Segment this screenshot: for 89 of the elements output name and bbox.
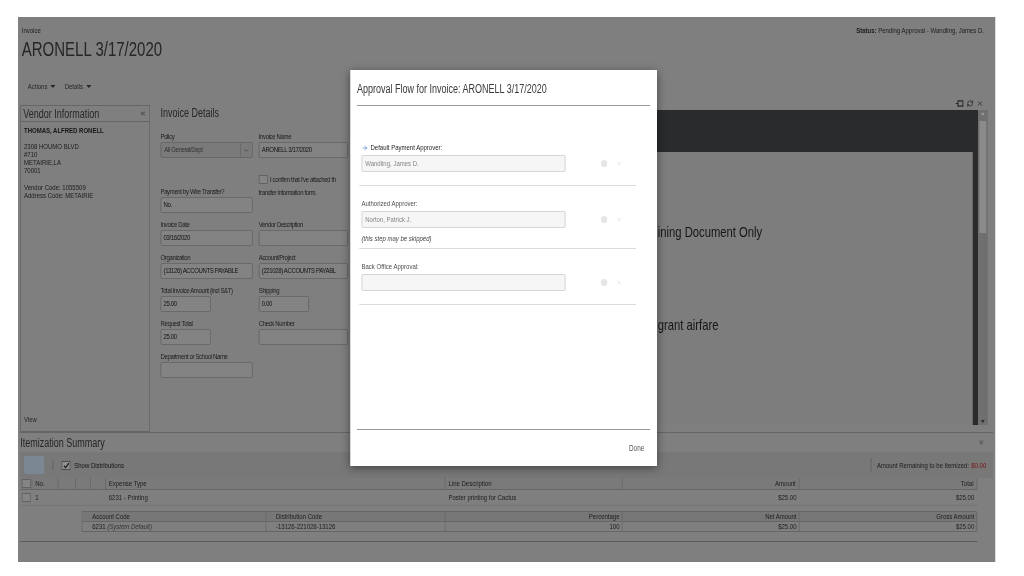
column-header: No.: [35, 479, 45, 488]
text-field[interactable]: ARONELL 3/17/2020: [258, 142, 348, 158]
field-label: Invoice Date: [160, 220, 191, 229]
column-header[interactable]: Amount: [775, 479, 796, 488]
column-header: Gross Amount: [936, 512, 975, 521]
table-cell: 6231 - Printing: [108, 493, 148, 502]
caret-icon: [50, 84, 56, 88]
field-label: Policy: [160, 132, 176, 141]
text-field[interactable]: (13126) ACCOUNTS PAYABLE: [160, 263, 253, 279]
remaining-label: Amount Remaining to be Itemized:: [876, 460, 969, 470]
table-cell: $25.00: [955, 522, 975, 531]
remaining-amount: $0.00: [971, 460, 987, 470]
page-title: ARONELL 3/17/2020: [21, 37, 163, 61]
text-field[interactable]: 03/16/2020: [160, 230, 253, 246]
checkbox[interactable]: [258, 175, 268, 184]
panel-title: Vendor Information: [23, 106, 100, 121]
scroll-down-icon[interactable]: [981, 420, 985, 423]
vendor-name: THOMAS, ALFRED RONELL: [24, 126, 104, 135]
checkbox[interactable]: [21, 479, 31, 488]
scroll-up-icon[interactable]: [981, 112, 985, 115]
step-label: Default Payment Approver:: [370, 143, 443, 152]
step-label: Back Office Approval:: [361, 262, 419, 271]
field-label: Invoice Name: [258, 132, 293, 141]
text-field[interactable]: 25.00: [160, 329, 211, 345]
table-cell: $25.00: [778, 522, 797, 531]
column-header: Percentage: [588, 512, 620, 521]
panel-title: Invoice Details: [160, 105, 220, 120]
step-label: Authorized Approver:: [361, 199, 418, 208]
field-label: Shipping: [258, 286, 281, 295]
column-header[interactable]: Expense Type: [108, 479, 147, 488]
step-note: (this step may be skipped): [361, 234, 433, 243]
approver-field[interactable]: Norton, Patrick J.: [361, 211, 566, 228]
approver-field[interactable]: Wandling, James D.: [361, 155, 566, 172]
text-field[interactable]: [258, 230, 348, 246]
menu-button[interactable]: Actions: [27, 81, 56, 91]
document-text: grant airfare: [657, 316, 719, 334]
document-text: ining Document Only: [657, 223, 763, 241]
column-header: Account Code: [92, 512, 130, 521]
column-header[interactable]: Total: [960, 479, 974, 488]
table-cell: -13126-221028-13126: [276, 522, 336, 531]
text-field[interactable]: [258, 329, 348, 345]
field-label: Check Number: [258, 319, 296, 328]
status-text: Status: Pending Approval - Wandling, James D.: [856, 26, 984, 35]
scrollbar[interactable]: [978, 110, 988, 425]
breadcrumb[interactable]: Invoice: [21, 26, 41, 35]
checkbox[interactable]: [21, 493, 31, 502]
text-field[interactable]: 25.00: [160, 296, 211, 312]
table-cell: $25.00: [778, 493, 797, 502]
vendor-code-text: Vendor Code: 1055509: [24, 184, 86, 192]
text-field[interactable]: (221028) ACCOUNTS PAYABL: [258, 263, 348, 279]
done-button[interactable]: Done: [629, 444, 645, 453]
menu-button[interactable]: Details: [64, 81, 92, 91]
text-field[interactable]: [160, 362, 253, 378]
address-line: #710: [24, 151, 38, 159]
address-line: METAIRIE,LA: [24, 159, 61, 167]
checkbox[interactable]: [61, 460, 71, 470]
field-label: Department or School Name: [160, 352, 229, 361]
approver-field[interactable]: [361, 274, 566, 291]
circle-icon[interactable]: [600, 216, 608, 223]
text-field[interactable]: 0.00: [258, 296, 309, 312]
caret-icon: [86, 84, 92, 88]
dialog-title: Approval Flow for Invoice: ARONELL 3/17/2020: [357, 82, 548, 96]
checkbox-label: Show Distributions: [74, 460, 124, 470]
scrollbar-thumb[interactable]: [979, 121, 987, 233]
checkbox-label: transfer information form.: [258, 188, 318, 197]
column-header: Net Amount: [765, 512, 797, 521]
circle-icon[interactable]: [600, 279, 608, 286]
field-label: Payment by Wire Transfer?: [160, 187, 226, 196]
table-cell: 100: [609, 522, 620, 531]
field-label: Account/Project: [258, 253, 297, 262]
column-header[interactable]: Line Description: [448, 479, 492, 488]
toolbar-button[interactable]: [24, 456, 45, 474]
field-label: Organization: [160, 253, 192, 262]
circle-icon[interactable]: [600, 160, 608, 167]
field-label: Vendor Description: [258, 220, 304, 229]
table-cell: 1: [35, 493, 39, 502]
section-title: Itemization Summary: [20, 435, 105, 450]
text-field[interactable]: No.: [160, 197, 253, 213]
table-cell: $25.00: [955, 493, 975, 502]
refresh-icon[interactable]: [966, 100, 974, 107]
address-line: 70001: [24, 167, 41, 175]
column-header: Distribution Code: [276, 512, 323, 521]
table-cell: 6231 (System Default): [92, 522, 152, 531]
address-line: 2308 HOUMO BLVD: [24, 143, 79, 151]
field-label: Total Invoice Amount (incl S&T): [160, 286, 234, 295]
view-link[interactable]: View: [24, 415, 37, 424]
field-label: Request Total: [160, 319, 194, 328]
vendor-code-text: Address Code: METAIRIE: [24, 192, 94, 200]
table-cell: Poster printing for Cactus: [448, 493, 517, 502]
